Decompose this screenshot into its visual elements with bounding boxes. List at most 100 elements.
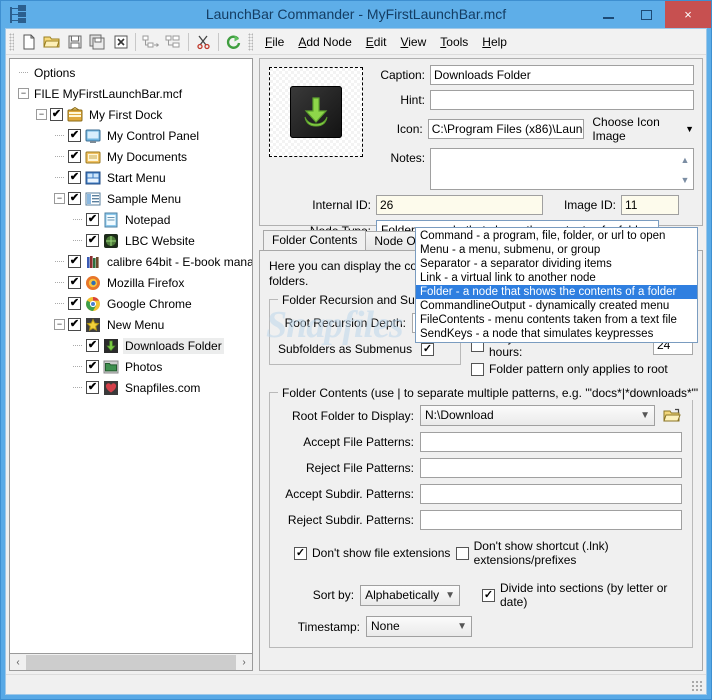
tree-node-options[interactable]: Options — [10, 62, 252, 83]
notes-input[interactable]: ▲ ▼ — [430, 148, 694, 190]
tree-node-checkbox[interactable]: ✔ — [68, 129, 81, 142]
sort-by-combobox[interactable]: Alphabetically ▼ — [360, 584, 460, 606]
tree-node-new-menu[interactable]: − ✔ New Menu — [10, 314, 252, 335]
tab-folder-contents[interactable]: Folder Contents — [263, 230, 367, 250]
tree-node-google-chrome[interactable]: ✔ Google Chrome — [10, 293, 252, 314]
reject-subdir-patterns-input[interactable] — [420, 510, 682, 530]
tree-node-checkbox[interactable]: ✔ — [68, 150, 81, 163]
tree-node-sample-menu[interactable]: − ✔ Sample Menu — [10, 188, 252, 209]
menu-edit[interactable]: Edit — [359, 32, 394, 52]
maximize-button[interactable] — [627, 1, 665, 28]
tree-node-start-menu[interactable]: ✔ Start Menu — [10, 167, 252, 188]
node-type-option-0[interactable]: Command - a program, file, folder, or ur… — [416, 229, 697, 243]
node-type-option-2[interactable]: Separator - a separator dividing items — [416, 257, 697, 271]
notes-row: Notes: ▲ ▼ — [374, 148, 694, 190]
tree-collapse-icon[interactable]: − — [18, 88, 29, 99]
menu-help[interactable]: Help — [475, 32, 514, 52]
open-file-button[interactable] — [40, 31, 63, 53]
no-extensions-checkbox[interactable]: ✓ — [294, 546, 307, 560]
no-shortcut-checkbox-row[interactable]: Don't show shortcut (.lnk) extensions/pr… — [455, 539, 682, 567]
tree-node-checkbox[interactable]: ✔ — [68, 192, 81, 205]
accept-subdir-patterns-input[interactable] — [420, 484, 682, 504]
delete-node-button[interactable] — [109, 31, 132, 53]
node-type-option-6[interactable]: FileContents - menu contents taken from … — [416, 313, 697, 327]
timestamp-combobox[interactable]: None ▼ — [366, 616, 472, 637]
menu-view[interactable]: View — [393, 32, 433, 52]
menu-tools[interactable]: Tools — [433, 32, 475, 52]
tree-node-my-control-panel[interactable]: ✔ My Control Panel — [10, 125, 252, 146]
new-file-button[interactable] — [17, 31, 40, 53]
tree-node-my-documents[interactable]: ✔ My Documents — [10, 146, 252, 167]
tree-node-calibre-64bit-e-book-management[interactable]: ✔ calibre 64bit - E-book management — [10, 251, 252, 272]
scroll-left-arrow[interactable]: ‹ — [10, 655, 26, 670]
root-folder-combobox[interactable]: N:\Download ▼ — [420, 405, 655, 426]
browse-folder-button[interactable] — [662, 407, 682, 425]
tree-collapse-icon[interactable]: − — [54, 319, 65, 330]
move-node-right-button[interactable] — [139, 31, 162, 53]
folder-pattern-root-checkbox-row[interactable]: Folder pattern only applies to root — [471, 362, 693, 376]
tree-node-checkbox[interactable]: ✔ — [86, 213, 99, 226]
node-type-option-1[interactable]: Menu - a menu, submenu, or group — [416, 243, 697, 257]
tree-node-checkbox[interactable]: ✔ — [68, 255, 81, 268]
minimize-button[interactable] — [589, 1, 627, 28]
reject-file-patterns-input[interactable] — [420, 458, 682, 478]
hint-input[interactable] — [430, 90, 694, 110]
tree-node-checkbox[interactable]: ✔ — [68, 171, 81, 184]
resize-gripper[interactable] — [691, 680, 703, 692]
subfolders-as-submenus-checkbox[interactable]: ✓ — [421, 342, 434, 356]
move-node-left-button[interactable] — [162, 31, 185, 53]
tree-collapse-icon[interactable]: − — [54, 193, 65, 204]
folder-pattern-root-checkbox[interactable] — [471, 362, 484, 376]
no-shortcut-checkbox[interactable] — [455, 546, 469, 560]
notes-scroll-up-icon[interactable]: ▲ — [678, 150, 692, 170]
accept-file-patterns-input[interactable] — [420, 432, 682, 452]
node-type-option-3[interactable]: Link - a virtual link to another node — [416, 271, 697, 285]
tree-node-checkbox[interactable]: ✔ — [50, 108, 63, 121]
tree-node-checkbox[interactable]: ✔ — [86, 339, 99, 352]
node-type-option-7[interactable]: SendKeys - a node that simulates keypres… — [416, 327, 697, 341]
node-type-dropdown-list[interactable]: Command - a program, file, folder, or ur… — [415, 227, 698, 343]
tree-node-checkbox[interactable]: ✔ — [68, 297, 81, 310]
refresh-button[interactable] — [222, 31, 245, 53]
divide-sections-checkbox[interactable]: ✓ — [481, 588, 495, 602]
tree-node-mozilla-firefox[interactable]: ✔ Mozilla Firefox — [10, 272, 252, 293]
icon-path-input[interactable]: C:\Program Files (x86)\LaunchBarCo — [427, 119, 585, 139]
icon-preview[interactable] — [269, 67, 363, 157]
notes-scrollbar[interactable]: ▲ ▼ — [678, 150, 692, 190]
save-file-button[interactable] — [63, 31, 86, 53]
tree-node-checkbox[interactable]: ✔ — [68, 318, 81, 331]
close-button[interactable]: × — [665, 1, 711, 28]
node-tree[interactable]: Options − FILE MyFirstLaunchBar.mcf − ✔ My Fi… — [9, 58, 253, 654]
tree-node-my-first-dock[interactable]: − ✔ My First Dock — [10, 104, 252, 125]
divide-sections-checkbox-row[interactable]: ✓ Divide into sections (by letter or dat… — [481, 581, 682, 609]
tree-node-notepad[interactable]: ✔ Notepad — [10, 209, 252, 230]
tree-node-checkbox[interactable]: ✔ — [86, 381, 99, 394]
node-type-option-4[interactable]: Folder - a node that shows the contents … — [416, 285, 697, 299]
node-type-option-5[interactable]: CommandlineOutput - dynamically created … — [416, 299, 697, 313]
caption-input[interactable]: Downloads Folder — [430, 65, 694, 85]
no-extensions-checkbox-row[interactable]: ✓ Don't show file extensions — [294, 546, 456, 560]
menu-file[interactable]: File — [258, 32, 291, 52]
folder-contents-group: Folder Contents (use | to separate multi… — [269, 386, 702, 648]
cut-node-button[interactable] — [192, 31, 215, 53]
tree-node-checkbox[interactable]: ✔ — [86, 234, 99, 247]
menubar-grip[interactable] — [248, 32, 253, 51]
tree-node-file-myfirstlaunchbar-mcf[interactable]: − FILE MyFirstLaunchBar.mcf — [10, 83, 252, 104]
tree-node-checkbox[interactable]: ✔ — [86, 360, 99, 373]
notes-scroll-down-icon[interactable]: ▼ — [678, 170, 692, 190]
internal-id-value: 26 — [376, 195, 543, 215]
save-as-button[interactable] — [86, 31, 109, 53]
choose-icon-image-button[interactable]: Choose Icon Image ▼ — [592, 115, 694, 143]
menu-add-node[interactable]: Add Node — [291, 32, 358, 52]
tree-collapse-icon[interactable]: − — [36, 109, 47, 120]
tree-horizontal-scrollbar[interactable]: ‹ › — [9, 654, 253, 671]
toolbar-grip[interactable] — [9, 32, 14, 51]
tree-node-downloads-folder[interactable]: ✔ Downloads Folder — [10, 335, 252, 356]
scroll-right-arrow[interactable]: › — [236, 655, 252, 670]
scroll-thumb[interactable] — [26, 654, 236, 670]
tree-node-snapfiles-com[interactable]: ✔ Snapfiles.com — [10, 377, 252, 398]
tree-node-photos[interactable]: ✔ Photos — [10, 356, 252, 377]
tree-node-checkbox[interactable]: ✔ — [68, 276, 81, 289]
tree-node-label: LBC Website — [125, 233, 195, 248]
tree-node-lbc-website[interactable]: ✔ LBC Website — [10, 230, 252, 251]
